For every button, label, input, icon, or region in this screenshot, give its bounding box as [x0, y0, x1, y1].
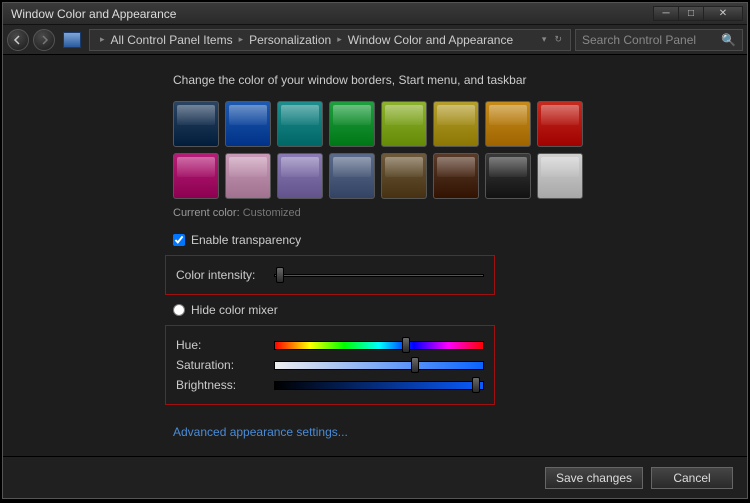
breadcrumb-item[interactable]: Personalization [249, 33, 331, 47]
cancel-button[interactable]: Cancel [651, 467, 733, 489]
search-placeholder: Search Control Panel [582, 33, 696, 47]
hide-color-mixer-toggle[interactable]: Hide color mixer [173, 303, 707, 317]
color-swatch[interactable] [277, 101, 323, 147]
titlebar: Window Color and Appearance ─ □ ✕ [3, 3, 747, 25]
breadcrumb-item[interactable]: Window Color and Appearance [348, 33, 513, 47]
hide-color-mixer-label: Hide color mixer [191, 303, 278, 317]
chevron-down-icon[interactable]: ▾ [542, 34, 547, 45]
slider-thumb[interactable] [472, 377, 480, 393]
slider-thumb[interactable] [276, 267, 284, 283]
color-swatch[interactable] [173, 101, 219, 147]
breadcrumb-item[interactable]: All Control Panel Items [111, 33, 233, 47]
brightness-slider[interactable] [274, 380, 484, 390]
chevron-right-icon: ▸ [337, 34, 342, 45]
color-swatch[interactable] [381, 153, 427, 199]
chevron-right-icon: ▸ [239, 34, 244, 45]
color-intensity-label: Color intensity: [176, 268, 266, 282]
color-swatch[interactable] [225, 153, 271, 199]
color-swatch[interactable] [433, 101, 479, 147]
nav-back-button[interactable] [7, 29, 29, 51]
advanced-appearance-link[interactable]: Advanced appearance settings... [173, 425, 348, 439]
swatch-row [173, 101, 583, 147]
breadcrumb[interactable]: ▸ All Control Panel Items ▸ Personalizat… [89, 29, 571, 51]
color-mixer-group: Hue: Saturation: Brightness: [165, 325, 495, 405]
color-swatch[interactable] [381, 101, 427, 147]
color-swatch[interactable] [277, 153, 323, 199]
address-bar: ▸ All Control Panel Items ▸ Personalizat… [3, 25, 747, 55]
nav-forward-button[interactable] [33, 29, 55, 51]
current-color: Current color: Customized [173, 207, 707, 219]
window-frame: Window Color and Appearance ─ □ ✕ ▸ All … [2, 2, 748, 499]
color-swatch[interactable] [329, 153, 375, 199]
chevron-right-icon: ▸ [100, 34, 105, 45]
refresh-icon[interactable]: ↻ [554, 34, 562, 45]
color-swatch[interactable] [537, 153, 583, 199]
color-intensity-row: Color intensity: [176, 268, 484, 282]
enable-transparency-label: Enable transparency [191, 233, 301, 247]
arrow-right-icon [39, 35, 49, 45]
hue-slider[interactable] [274, 340, 484, 350]
hue-row: Hue: [176, 338, 484, 352]
current-color-value: Customized [243, 207, 301, 219]
arrow-left-icon [13, 35, 23, 45]
search-icon: 🔍 [721, 33, 736, 47]
saturation-slider[interactable] [274, 360, 484, 370]
minimize-button[interactable]: ─ [653, 6, 679, 21]
color-swatch[interactable] [329, 101, 375, 147]
footer: Save changes Cancel [3, 456, 747, 498]
slider-thumb[interactable] [411, 357, 419, 373]
swatch-row [173, 153, 583, 199]
color-swatch[interactable] [537, 101, 583, 147]
color-swatch[interactable] [225, 101, 271, 147]
saturation-row: Saturation: [176, 358, 484, 372]
checkbox-icon[interactable] [173, 234, 185, 246]
current-color-label: Current color: [173, 207, 240, 219]
brightness-row: Brightness: [176, 378, 484, 392]
color-intensity-slider[interactable] [274, 270, 484, 280]
color-swatch[interactable] [485, 153, 531, 199]
color-swatch[interactable] [485, 101, 531, 147]
saturation-label: Saturation: [176, 358, 266, 372]
close-button[interactable]: ✕ [703, 6, 743, 21]
content-area: Change the color of your window borders,… [3, 55, 747, 456]
maximize-button[interactable]: □ [678, 6, 704, 21]
color-swatch[interactable] [173, 153, 219, 199]
window-title: Window Color and Appearance [7, 7, 654, 21]
enable-transparency-checkbox[interactable]: Enable transparency [173, 233, 707, 247]
slider-thumb[interactable] [402, 337, 410, 353]
color-intensity-group: Color intensity: [165, 255, 495, 295]
color-swatches [173, 101, 707, 199]
brightness-label: Brightness: [176, 378, 266, 392]
save-changes-button[interactable]: Save changes [545, 467, 643, 489]
color-swatch[interactable] [433, 153, 479, 199]
control-panel-icon [63, 32, 81, 48]
radio-icon[interactable] [173, 304, 185, 316]
hue-label: Hue: [176, 338, 266, 352]
search-input[interactable]: Search Control Panel 🔍 [575, 29, 743, 51]
page-heading: Change the color of your window borders,… [173, 73, 707, 87]
